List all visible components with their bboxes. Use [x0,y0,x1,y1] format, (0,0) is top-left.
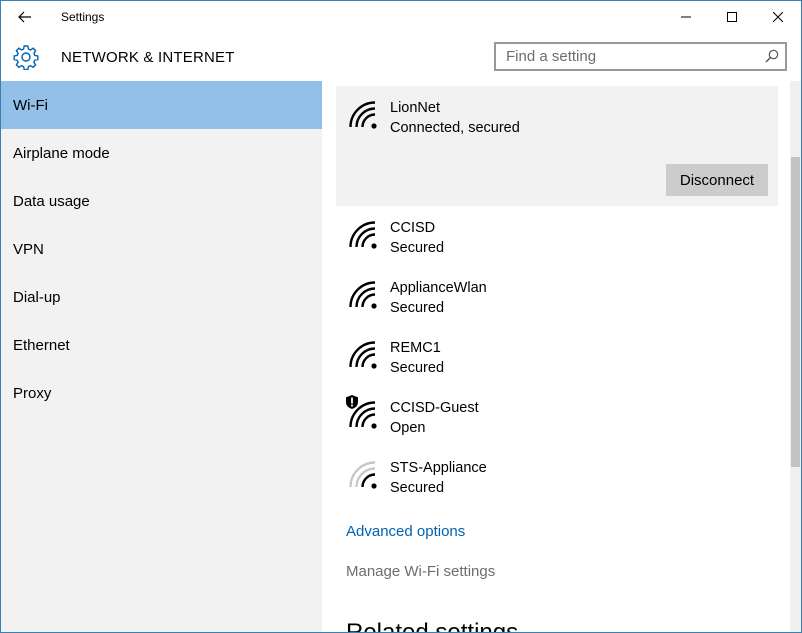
network-item[interactable]: ApplianceWlan Secured [336,266,778,326]
sidebar-item-label: Wi-Fi [13,97,48,114]
back-button[interactable] [9,5,41,29]
settings-window: Settings NETWORK & INTERNET Wi [0,0,802,633]
manage-wifi-settings-link[interactable]: Manage Wi-Fi settings [346,563,495,580]
wifi-signal-icon [349,281,377,309]
title-bar: Settings [1,1,801,33]
minimize-button[interactable] [663,1,709,33]
wifi-content: LionNet Connected, secured Disconnect CC… [322,81,801,632]
sidebar-item-vpn[interactable]: VPN [1,225,322,273]
close-button[interactable] [755,1,801,33]
search-input[interactable] [496,44,764,69]
gear-icon [13,45,39,70]
sidebar-item-wifi[interactable]: Wi-Fi [1,81,322,129]
network-name: STS-Appliance [390,460,487,476]
advanced-options-link[interactable]: Advanced options [346,523,465,540]
sidebar-item-airplane-mode[interactable]: Airplane mode [1,129,322,177]
section-title: NETWORK & INTERNET [61,49,235,66]
wifi-signal-icon [349,101,377,129]
sidebar-item-data-usage[interactable]: Data usage [1,177,322,225]
network-name: CCISD-Guest [390,400,479,416]
wifi-signal-weak-icon [349,461,377,489]
network-item[interactable]: STS-Appliance Secured [336,446,778,506]
network-name: REMC1 [390,340,441,356]
network-status: Secured [390,240,445,256]
network-status: Secured [390,360,445,376]
network-status: Open [390,420,426,436]
back-arrow-icon [18,11,31,23]
sidebar-item-proxy[interactable]: Proxy [1,369,322,417]
network-item[interactable]: REMC1 Secured [336,326,778,386]
network-name: CCISD [390,220,436,236]
sidebar-item-label: Airplane mode [13,145,110,162]
sidebar: Wi-Fi Airplane mode Data usage VPN Dial-… [1,81,322,632]
network-item[interactable]: CCISD Secured [336,206,778,266]
network-status: Connected, secured [390,120,520,136]
sidebar-item-label: Ethernet [13,337,70,354]
page-header: NETWORK & INTERNET [1,33,801,81]
sidebar-item-label: Dial-up [13,289,61,306]
related-settings-heading: Related settings [346,619,518,632]
shield-warning-icon [345,394,359,410]
sidebar-item-ethernet[interactable]: Ethernet [1,321,322,369]
maximize-icon [727,12,737,22]
connected-network[interactable]: LionNet Connected, secured Disconnect [336,86,778,206]
network-name: ApplianceWlan [390,280,487,296]
wifi-signal-icon [349,221,377,249]
wifi-signal-icon [349,341,377,369]
search-box[interactable] [494,42,787,71]
network-status: Secured [390,300,445,316]
sidebar-item-label: Data usage [13,193,90,210]
close-icon [773,12,783,22]
network-item[interactable]: CCISD-Guest Open [336,386,778,446]
scrollbar-thumb[interactable] [791,157,800,467]
sidebar-item-label: VPN [13,241,44,258]
network-name: LionNet [390,100,440,116]
network-status: Secured [390,480,445,496]
minimize-icon [681,16,691,18]
sidebar-item-label: Proxy [13,385,52,402]
sidebar-item-dial-up[interactable]: Dial-up [1,273,322,321]
maximize-button[interactable] [709,1,755,33]
window-title: Settings [61,10,105,24]
disconnect-button[interactable]: Disconnect [666,164,768,196]
search-icon[interactable] [765,49,779,63]
